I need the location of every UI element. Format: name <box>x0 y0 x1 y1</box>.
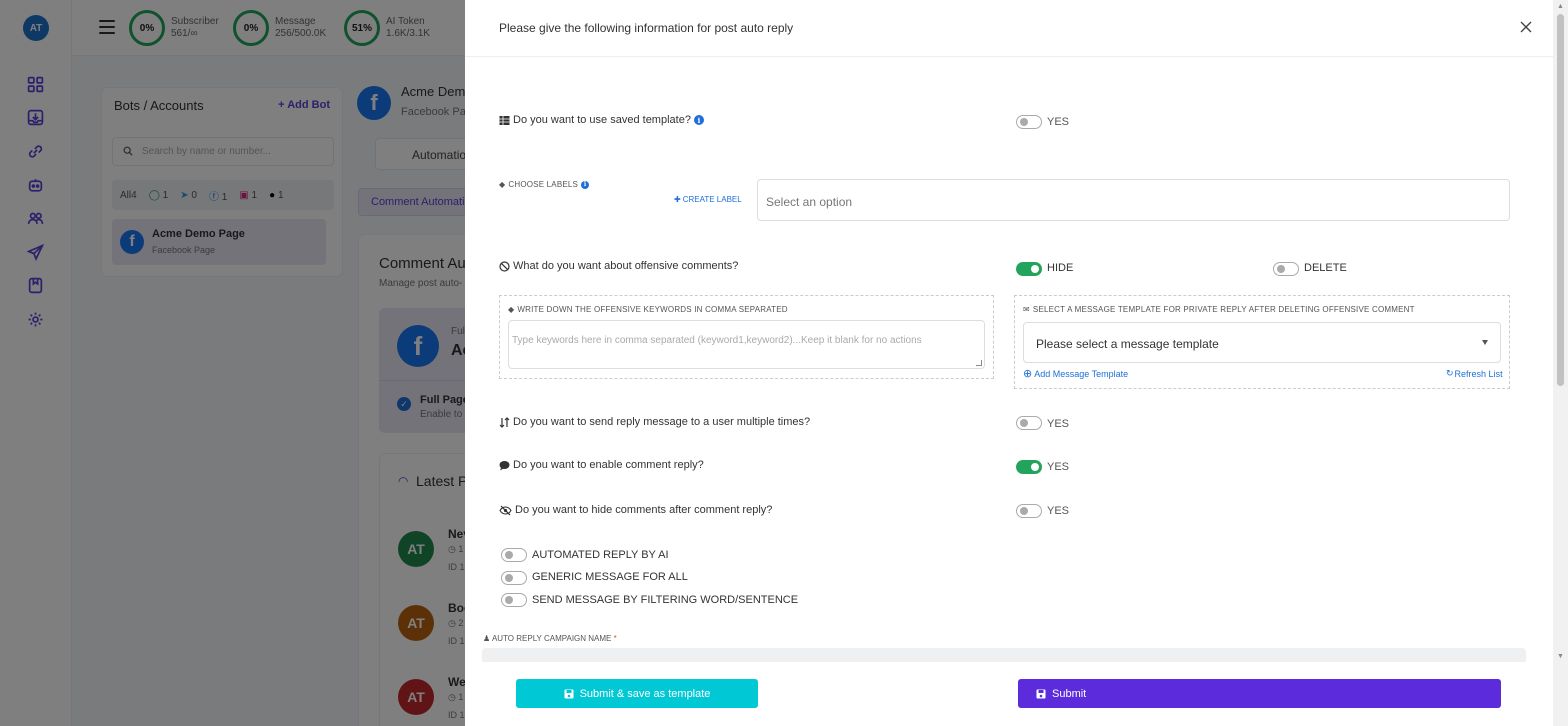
generic-message-toggle[interactable] <box>501 571 527 585</box>
generic-message-label: GENERIC MESSAGE FOR ALL <box>532 571 688 583</box>
scroll-down-arrow[interactable]: ▼ <box>1557 653 1564 660</box>
modal-title: Please give the following information fo… <box>499 21 794 35</box>
comment-icon <box>499 460 510 471</box>
campaign-name-input[interactable] <box>482 648 1526 662</box>
ai-reply-label: AUTOMATED REPLY BY AI <box>532 549 669 561</box>
enable-reply-question: Do you want to enable comment reply? <box>499 459 704 471</box>
submit-button[interactable]: Submit <box>1018 679 1501 708</box>
labels-select[interactable]: Select an option <box>757 179 1510 221</box>
chevron-down-icon <box>1482 340 1488 345</box>
hide-after-reply-yes-label: YES <box>1047 505 1070 517</box>
message-template-select[interactable]: Please select a message template <box>1023 322 1501 363</box>
campaign-name-label: ♟ AUTO REPLY CAMPAIGN NAME * <box>483 634 617 643</box>
modal-header: Please give the following information fo… <box>465 0 1553 57</box>
hide-after-reply-toggle[interactable] <box>1016 504 1042 518</box>
tags-icon: ◆ <box>499 180 506 189</box>
info-icon[interactable]: i <box>581 180 590 189</box>
user-icon: ♟ <box>483 634 491 643</box>
hide-after-reply-question: Do you want to hide comments after comme… <box>499 504 772 516</box>
multiple-times-question: Do you want to send reply message to a u… <box>499 416 810 428</box>
filtering-label: SEND MESSAGE BY FILTERING WORD/SENTENCE <box>532 594 799 606</box>
multiple-times-toggle[interactable] <box>1016 416 1042 430</box>
resize-handle[interactable] <box>976 360 982 366</box>
sort-icon <box>499 416 510 428</box>
save-icon <box>1036 689 1046 698</box>
multiple-times-yes-label: YES <box>1047 418 1070 430</box>
refresh-icon: ↻ <box>1446 368 1454 378</box>
keywords-label: ◆ WRITE DOWN THE OFFENSIVE KEYWORDS IN CO… <box>508 305 788 314</box>
saved-template-yes-label: YES <box>1047 116 1070 128</box>
add-message-template-link[interactable]: ⊕ Add Message Template <box>1023 367 1128 380</box>
create-label-link[interactable]: ✚ CREATE LABEL <box>674 195 742 204</box>
hide-label: HIDE <box>1047 262 1074 274</box>
ban-icon <box>499 260 510 272</box>
submit-save-template-button[interactable]: Submit & save as template <box>516 679 758 708</box>
enable-reply-toggle[interactable] <box>1016 460 1042 474</box>
plus-circle-icon: ⊕ <box>1023 368 1033 380</box>
offensive-keywords-textarea[interactable]: Type keywords here in comma separated (k… <box>508 320 985 369</box>
enable-reply-yes-label: YES <box>1047 461 1070 473</box>
close-icon[interactable] <box>1519 20 1533 34</box>
private-reply-label: ✉ SELECT A MESSAGE TEMPLATE FOR PRIVATE R… <box>1023 305 1415 314</box>
scroll-up-arrow[interactable]: ▲ <box>1557 3 1564 10</box>
scroll-thumb[interactable] <box>1557 14 1564 386</box>
plus-circle-icon: ✚ <box>674 195 681 204</box>
saved-template-toggle[interactable] <box>1016 115 1042 129</box>
envelope-icon: ✉ <box>1023 305 1030 314</box>
refresh-list-link[interactable]: ↻ Refresh List <box>1446 368 1503 379</box>
ai-reply-toggle[interactable] <box>501 548 527 562</box>
hide-toggle[interactable] <box>1016 262 1042 276</box>
save-icon <box>564 689 574 698</box>
choose-labels-label: ◆ CHOOSE LABELS i <box>499 180 590 189</box>
eye-slash-icon <box>499 505 512 516</box>
saved-template-question: Do you want to use saved template? i <box>499 114 704 126</box>
table-icon <box>499 115 510 126</box>
offensive-question: What do you want about offensive comment… <box>499 260 738 272</box>
modal-scrollbar[interactable]: ▲ ▼ <box>1553 0 1568 726</box>
tag-icon: ◆ <box>508 305 515 314</box>
info-icon[interactable]: i <box>693 115 704 125</box>
filtering-toggle[interactable] <box>501 593 527 607</box>
delete-toggle[interactable] <box>1273 262 1299 276</box>
delete-label: DELETE <box>1304 262 1347 274</box>
